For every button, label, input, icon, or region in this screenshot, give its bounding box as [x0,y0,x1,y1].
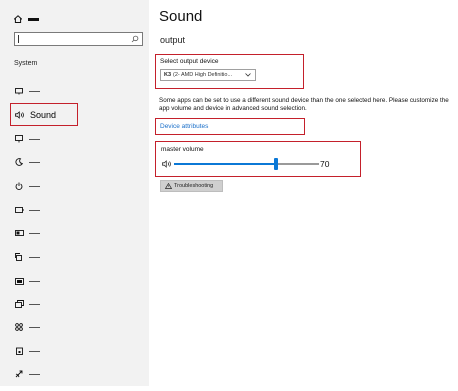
master-volume-section: master volume 70 [155,141,361,177]
speaker-icon[interactable] [162,160,172,168]
multitask-icon [14,276,24,286]
sidebar-item-label [29,280,40,282]
sidebar-item-label [29,161,40,163]
audio-device-icon: K3 [164,72,172,78]
app-device-info-text: Some apps can be set to use a different … [159,97,449,112]
chevron-down-icon [245,73,251,77]
section-label-system: System [14,60,38,67]
sidebar-item-storage[interactable] [14,228,40,238]
volume-slider-thumb[interactable] [274,158,278,170]
sidebar-item-label [29,256,40,258]
clipboard-icon [14,346,24,356]
sidebar-item-remote-desktop[interactable] [14,369,40,379]
page-title: Sound [159,8,203,25]
sidebar-item-projecting[interactable] [14,299,40,309]
sidebar-item-clipboard[interactable] [14,346,40,356]
sidebar: System Sound [0,0,149,386]
sidebar-item-display[interactable] [14,86,40,96]
sidebar-item-label [29,138,40,140]
device-attributes-section: Device attributes [155,118,305,135]
shared-experiences-icon [14,322,24,332]
search-input[interactable] [14,32,143,46]
speaker-icon [15,110,26,119]
master-volume-label: master volume [161,146,204,153]
text-caret [18,35,19,43]
battery-icon [14,205,24,215]
home-label-placeholder [28,17,39,21]
projecting-icon [14,299,24,309]
monitor-icon [14,86,24,96]
sidebar-item-label [29,303,40,305]
home-button[interactable] [14,13,39,25]
sidebar-item-shared-experiences[interactable] [14,322,40,332]
moon-icon [14,157,24,167]
warning-icon [165,183,172,189]
search-icon [131,35,139,43]
device-attributes-link[interactable]: Device attributes [160,123,208,130]
sidebar-item-label [29,232,40,234]
sidebar-item-label [29,373,40,375]
output-device-section: Select output device K3 (2- AMD High Def… [155,54,304,89]
tablet-icon [14,252,24,262]
sidebar-item-multitasking[interactable] [14,276,40,286]
sidebar-item-label [29,326,40,328]
volume-value: 70 [320,159,330,169]
sidebar-item-label [29,209,40,211]
sidebar-item-notifications[interactable] [14,134,40,144]
power-icon [14,181,24,191]
remote-desktop-icon [14,369,24,379]
volume-slider-fill [174,163,276,165]
sidebar-item-power[interactable] [14,181,40,191]
sidebar-item-sound-label: Sound [30,109,57,120]
sidebar-item-sound[interactable]: Sound [10,103,78,126]
sidebar-item-tablet[interactable] [14,252,40,262]
output-device-label: Select output device [160,58,219,65]
troubleshoot-label: Troubleshooting [174,183,214,189]
sidebar-item-label [29,90,40,92]
output-device-dropdown[interactable]: K3 (2- AMD High Definitio... [160,69,256,81]
sidebar-item-label [29,185,40,187]
sidebar-item-battery[interactable] [14,205,40,215]
section-title-output: output [160,35,186,45]
troubleshoot-button[interactable]: Troubleshooting [160,180,223,192]
output-device-value: (2- AMD High Definitio... [173,72,233,78]
home-icon [14,15,22,23]
storage-icon [14,228,24,238]
notification-icon [14,134,24,144]
sidebar-item-label [29,350,40,352]
sidebar-item-focus[interactable] [14,157,40,167]
volume-slider[interactable] [174,158,319,170]
